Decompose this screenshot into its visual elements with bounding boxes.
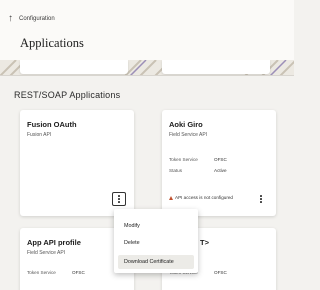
menu-item-delete[interactable]: Delete xyxy=(124,240,140,246)
breadcrumb[interactable]: ↑ Configuration xyxy=(8,13,55,24)
card-above-left xyxy=(20,60,128,74)
menu-item-download-certificate[interactable]: Download Certificate xyxy=(124,259,174,265)
card-title: Fusion OAuth xyxy=(27,120,77,129)
page-title: Applications xyxy=(20,36,84,50)
warning-row: API access is not configured xyxy=(169,195,233,200)
section-title: REST/SOAP Applications xyxy=(14,90,121,100)
card-title: App API profile xyxy=(27,238,81,247)
meta-label: Status xyxy=(169,168,183,173)
page-header: ↑ Configuration Applications xyxy=(0,0,294,60)
meta-value: OFSC xyxy=(214,270,227,275)
warning-icon xyxy=(169,195,173,200)
back-arrow-icon[interactable]: ↑ xyxy=(8,13,13,24)
warning-text: API access is not configured xyxy=(175,195,233,200)
card-title: Aoki Giro xyxy=(169,120,203,129)
meta-value: OFSC xyxy=(72,270,85,275)
more-actions-icon[interactable] xyxy=(254,192,268,206)
breadcrumb-label[interactable]: Configuration xyxy=(19,16,55,22)
app-card-fusion-oauth[interactable]: Fusion OAuth Fusion API xyxy=(20,110,134,216)
app-card-aoki-giro[interactable]: Aoki Giro Field Service API Token Servic… xyxy=(162,110,276,216)
meta-label: Token Service xyxy=(169,157,198,162)
card-subtitle: Field Service API xyxy=(169,132,208,138)
applications-banner xyxy=(0,60,294,76)
menu-item-modify[interactable]: Modify xyxy=(124,223,140,229)
card-subtitle: Fusion API xyxy=(27,132,52,138)
meta-value: Active xyxy=(214,168,227,173)
card-above-right xyxy=(162,60,270,74)
meta-label: Token Service xyxy=(27,270,56,275)
meta-value: OFSC xyxy=(214,157,227,162)
card-title: T> xyxy=(200,238,209,247)
card-subtitle: Field Service API xyxy=(27,250,66,256)
more-actions-icon[interactable] xyxy=(112,192,126,206)
card-actions-menu: Modify Delete Download Certificate xyxy=(114,209,198,273)
